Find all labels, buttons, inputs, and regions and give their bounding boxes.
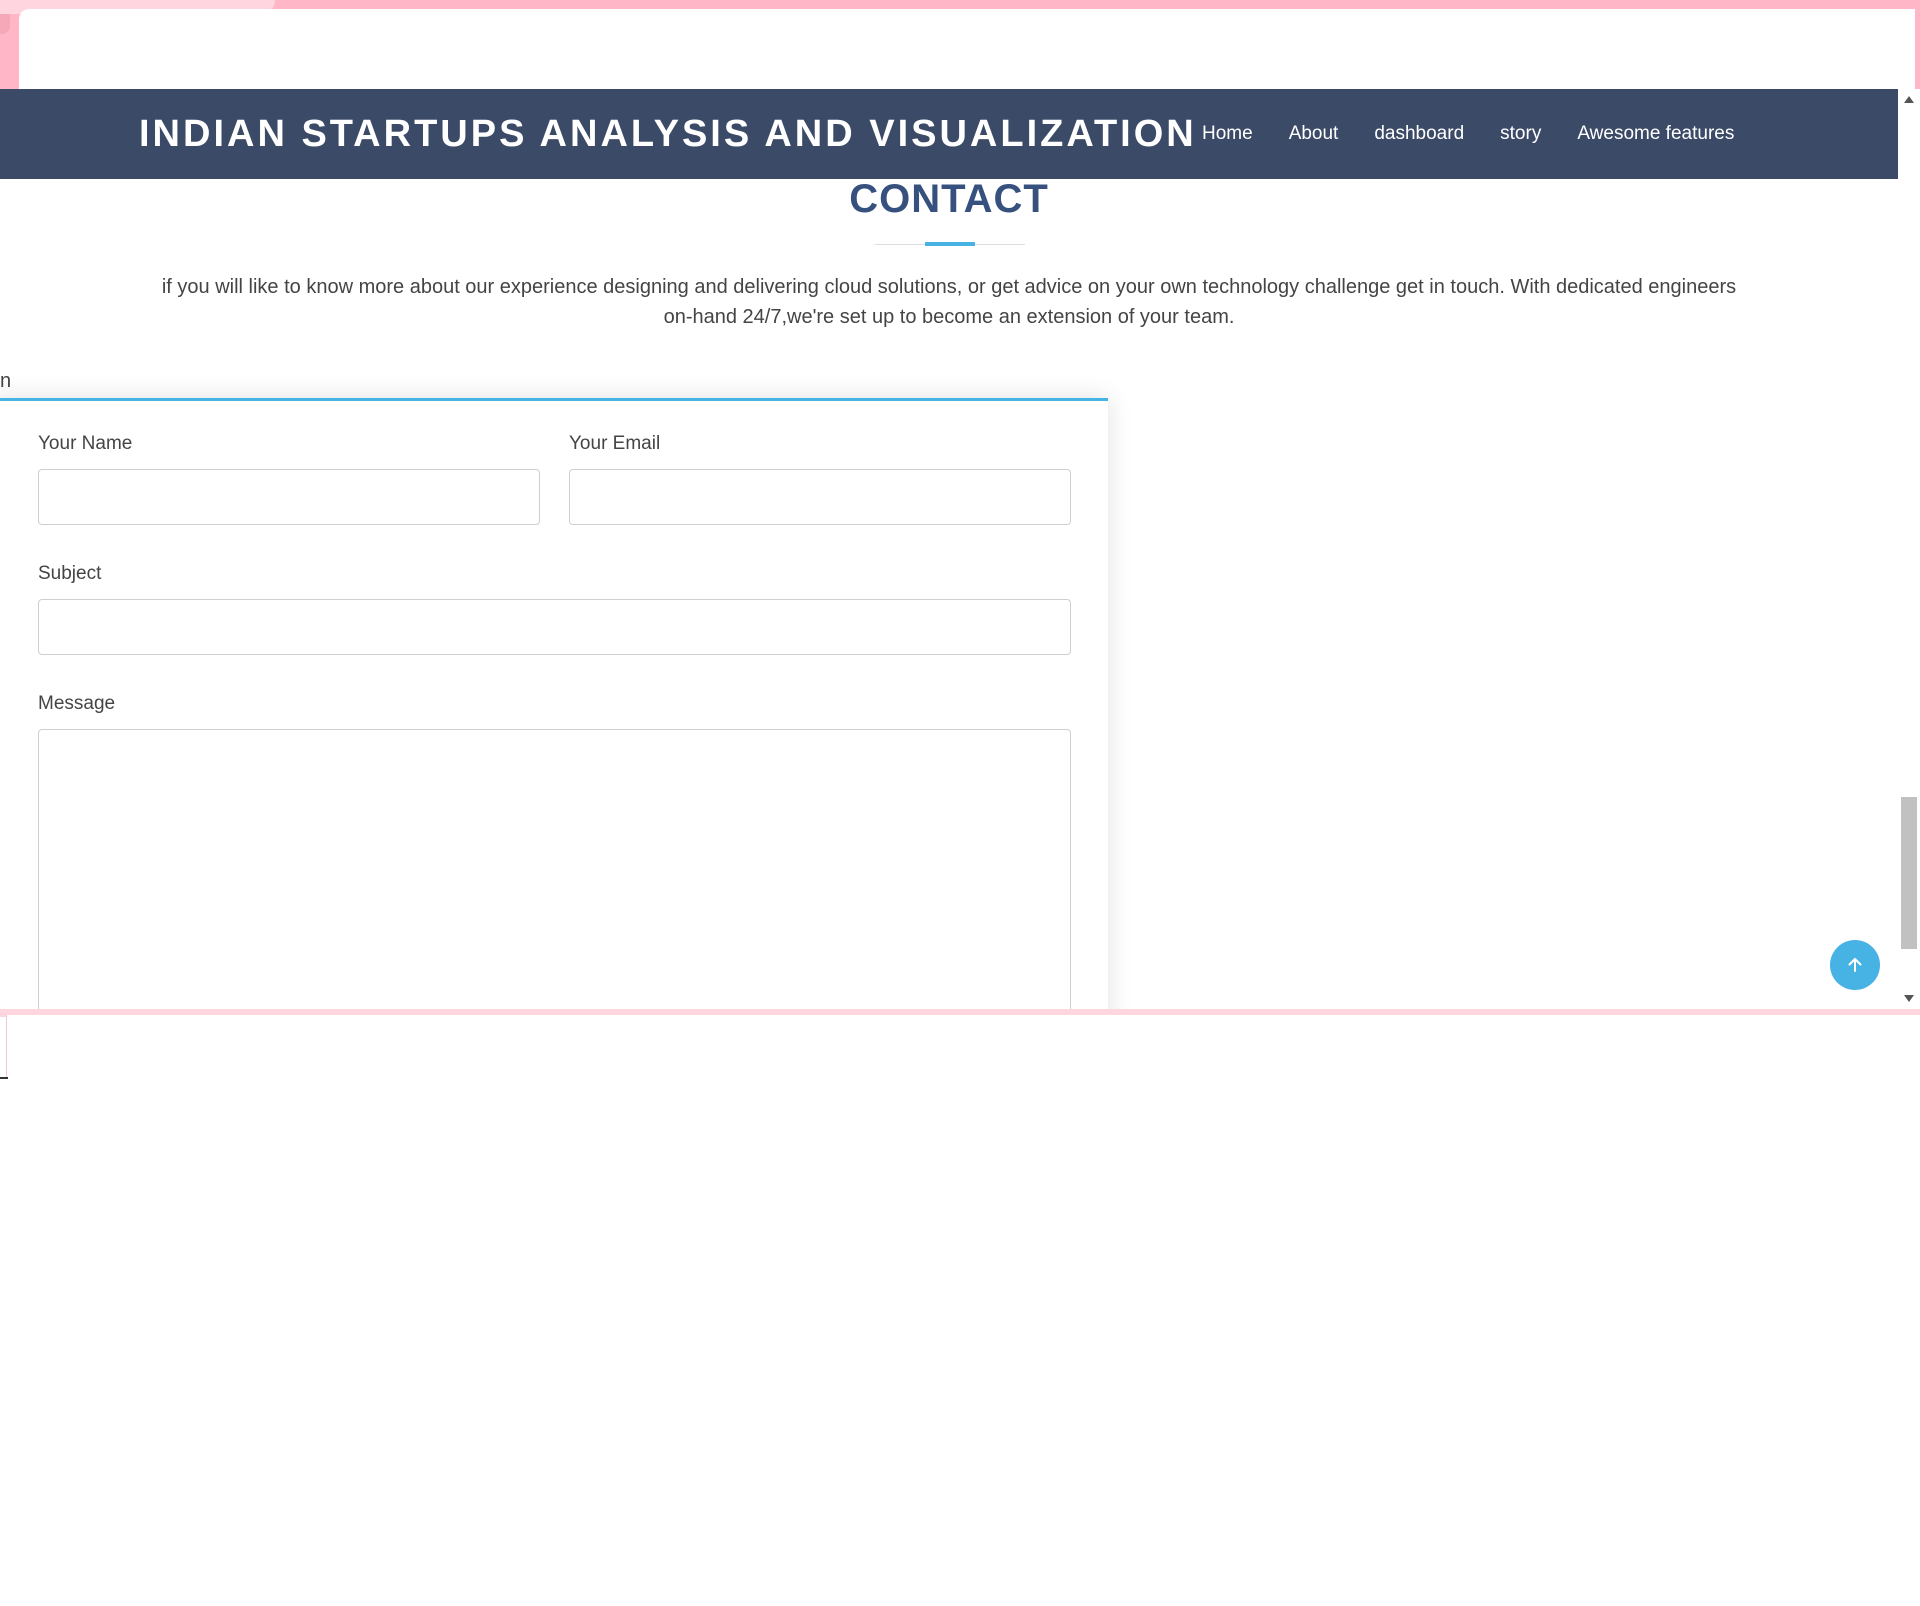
nav-home[interactable]: Home [1184,89,1271,179]
main-nav: Home About dashboard story Awesome featu… [1184,89,1752,179]
scrollbar-thumb[interactable] [1901,797,1917,949]
page-scrollbar[interactable] [1898,89,1920,1009]
message-label: Message [38,693,116,714]
bottom-panel [6,1015,1920,1077]
scroll-up-arrow-icon[interactable] [1904,96,1914,103]
arrow-up-icon [1845,955,1865,975]
bottom-tick-mark [0,1077,8,1079]
frame-shade [0,14,10,34]
title-accent-bar [925,242,975,246]
back-to-top-button[interactable] [1830,940,1880,990]
nav-dashboard[interactable]: dashboard [1356,89,1482,179]
section-description: if you will like to know more about our … [161,276,1737,328]
page-viewport: INDIAN STARTUPS ANALYSIS AND VISUALIZATI… [0,89,1898,1009]
contact-form: Your Name Your Email Subject Message [0,398,1108,1009]
message-textarea[interactable] [38,729,1071,1009]
browser-top-frame [0,0,1920,89]
browser-toolbar-area [19,9,1915,89]
nav-about[interactable]: About [1271,89,1357,179]
site-logo[interactable]: INDIAN STARTUPS ANALYSIS AND VISUALIZATI… [139,111,1197,157]
nav-awesome-features[interactable]: Awesome features [1559,89,1752,179]
site-header: INDIAN STARTUPS ANALYSIS AND VISUALIZATI… [0,89,1898,179]
nav-story[interactable]: story [1482,89,1559,179]
email-label: Your Email [569,433,661,454]
email-input[interactable] [569,469,1071,525]
subject-label: Subject [38,563,102,584]
subject-input[interactable] [38,599,1071,655]
clipped-text: n [0,370,12,392]
section-title: CONTACT [849,177,1049,221]
name-input[interactable] [38,469,540,525]
scroll-down-arrow-icon[interactable] [1904,995,1914,1002]
name-label: Your Name [38,433,133,454]
